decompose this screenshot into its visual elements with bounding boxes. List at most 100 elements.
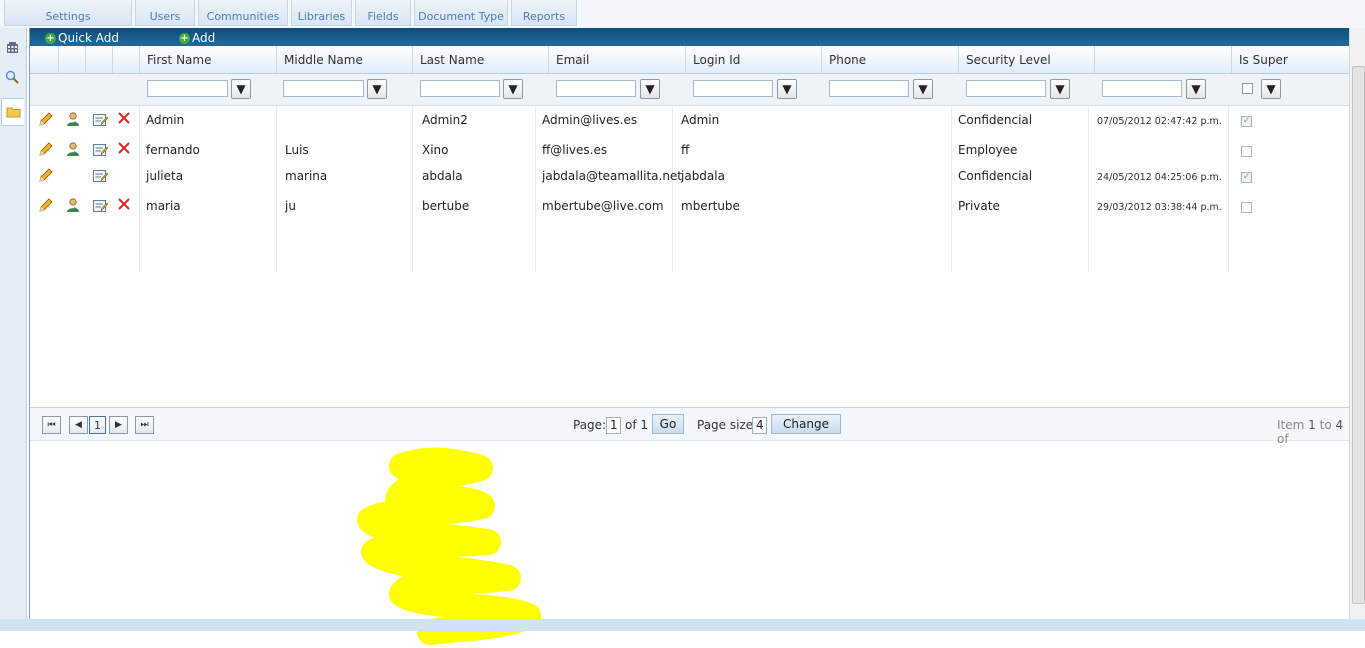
date-filter-input[interactable]: [1102, 80, 1182, 97]
column-header-email[interactable]: Email: [548, 46, 685, 73]
last-page-button[interactable]: ⏭: [135, 416, 154, 434]
side-toolbar: [0, 28, 27, 631]
login-id-cell: mbertube: [681, 199, 740, 213]
table-row: maria ju bertube mbertube@live.com mbertube P…: [30, 194, 1350, 218]
column-header-date[interactable]: [1094, 46, 1231, 73]
tab-communities[interactable]: Communities: [198, 0, 288, 26]
go-button[interactable]: Go: [652, 414, 684, 434]
filter-icon[interactable]: ▼: [777, 79, 797, 99]
column-header-last-name[interactable]: Last Name: [412, 46, 548, 73]
login-id-filter-input[interactable]: [693, 80, 773, 97]
email-filter-input[interactable]: [556, 80, 636, 97]
filter-icon[interactable]: ▼: [367, 79, 387, 99]
vertical-scrollbar[interactable]: [1349, 28, 1365, 619]
last-name-filter-input[interactable]: [420, 80, 500, 97]
footer-bar: [0, 619, 1365, 631]
search-icon[interactable]: [1, 64, 23, 90]
edit-form-icon[interactable]: [92, 198, 108, 214]
login-id-cell: Admin: [681, 113, 720, 127]
column-header-first-name[interactable]: First Name: [139, 46, 276, 73]
edit-pencil-icon[interactable]: [38, 111, 54, 127]
tab-fields[interactable]: Fields: [355, 0, 411, 26]
users-grid-panel: + Quick Add + Add First Name Middle Name…: [29, 28, 1350, 645]
column-header-is-super[interactable]: Is Super: [1231, 46, 1350, 73]
security-level-cell: Employee: [958, 143, 1018, 157]
edit-form-icon[interactable]: [92, 142, 108, 158]
edit-form-icon[interactable]: [92, 168, 108, 184]
filter-icon[interactable]: ▼: [503, 79, 523, 99]
email-cell: ff@lives.es: [542, 143, 608, 157]
highlighter-scribble: [357, 447, 541, 645]
login-id-cell: jabdala: [681, 169, 725, 183]
last-name-cell: bertube: [422, 199, 470, 213]
header-spacer: [58, 46, 85, 73]
first-name-cell: maria: [146, 199, 181, 213]
filter-icon[interactable]: ▼: [913, 79, 933, 99]
item-prefix: Item: [1277, 418, 1305, 432]
quick-add-button[interactable]: + Quick Add: [45, 30, 119, 46]
security-level-filter-input[interactable]: [966, 80, 1046, 97]
delete-icon[interactable]: [116, 140, 132, 156]
phone-filter-input[interactable]: [829, 80, 909, 97]
grid-header-row: First Name Middle Name Last Name Email L…: [30, 46, 1350, 74]
change-button[interactable]: Change: [771, 414, 841, 434]
last-name-cell: Xino: [422, 143, 449, 157]
current-page-button[interactable]: 1: [89, 416, 106, 434]
filter-icon[interactable]: ▼: [1186, 79, 1206, 99]
filter-icon[interactable]: ▼: [1050, 79, 1070, 99]
first-name-cell: Admin: [146, 113, 185, 127]
is-super-checkbox[interactable]: ✓: [1241, 172, 1252, 183]
page-label: Page:: [573, 418, 607, 432]
tab-settings[interactable]: Settings: [4, 0, 132, 26]
top-tab-bar: Settings Users Communities Libraries Fie…: [0, 0, 1365, 28]
grid-icon[interactable]: [1, 34, 23, 60]
middle-name-filter-input[interactable]: [283, 80, 364, 97]
filter-icon[interactable]: ▼: [231, 79, 251, 99]
table-row: Admin Admin2 Admin@lives.es Admin Confidenci…: [30, 108, 1350, 132]
user-profile-icon[interactable]: [65, 111, 81, 127]
email-cell: mbertube@live.com: [542, 199, 664, 213]
page-number-input[interactable]: 1: [606, 417, 621, 434]
first-page-button[interactable]: ⏮: [42, 416, 61, 434]
first-name-filter-input[interactable]: [147, 80, 228, 97]
filter-icon[interactable]: ▼: [640, 79, 660, 99]
security-level-cell: Confidencial: [958, 169, 1033, 183]
column-header-login-id[interactable]: Login Id: [685, 46, 821, 73]
tab-document-type[interactable]: Document Type: [414, 0, 508, 26]
column-header-middle-name[interactable]: Middle Name: [276, 46, 412, 73]
delete-icon[interactable]: [116, 196, 132, 212]
email-cell: jabdala@teamallita.net: [542, 169, 683, 183]
column-header-phone[interactable]: Phone: [821, 46, 958, 73]
add-button[interactable]: + Add: [179, 30, 215, 46]
edit-pencil-icon[interactable]: [38, 167, 54, 183]
next-page-button[interactable]: ▶: [109, 416, 128, 434]
page-size-label: Page size:: [697, 418, 758, 432]
item-range-label: Item 1 to 4 of: [1277, 418, 1350, 446]
scrollbar-thumb[interactable]: [1352, 66, 1365, 604]
tab-users[interactable]: Users: [135, 0, 195, 26]
column-header-security-level[interactable]: Security Level: [958, 46, 1094, 73]
date-cell: 24/05/2012 04:25:06 p.m.: [1097, 172, 1222, 183]
edit-pencil-icon[interactable]: [38, 197, 54, 213]
folder-icon[interactable]: [1, 98, 24, 126]
edit-pencil-icon[interactable]: [38, 141, 54, 157]
date-cell: 07/05/2012 02:47:42 p.m.: [1097, 116, 1222, 127]
is-super-checkbox[interactable]: [1241, 146, 1252, 157]
filter-icon[interactable]: ▼: [1261, 79, 1281, 99]
delete-icon[interactable]: [116, 110, 132, 126]
prev-page-button[interactable]: ◀: [69, 416, 88, 434]
item-of: of: [1277, 432, 1289, 446]
first-name-cell: julieta: [146, 169, 184, 183]
is-super-checkbox[interactable]: [1241, 202, 1252, 213]
edit-form-icon[interactable]: [92, 112, 108, 128]
tab-libraries[interactable]: Libraries: [291, 0, 352, 26]
user-profile-icon[interactable]: [65, 141, 81, 157]
is-super-checkbox[interactable]: ✓: [1241, 116, 1252, 127]
table-row: julieta marina abdala jabdala@teamallita.ne…: [30, 164, 1350, 188]
middle-name-cell: ju: [285, 199, 296, 213]
page-size-input[interactable]: 4: [752, 417, 767, 434]
tab-reports[interactable]: Reports: [511, 0, 577, 26]
user-profile-icon[interactable]: [65, 197, 81, 213]
item-to: 4: [1335, 418, 1344, 432]
is-super-filter-checkbox[interactable]: [1242, 83, 1253, 94]
